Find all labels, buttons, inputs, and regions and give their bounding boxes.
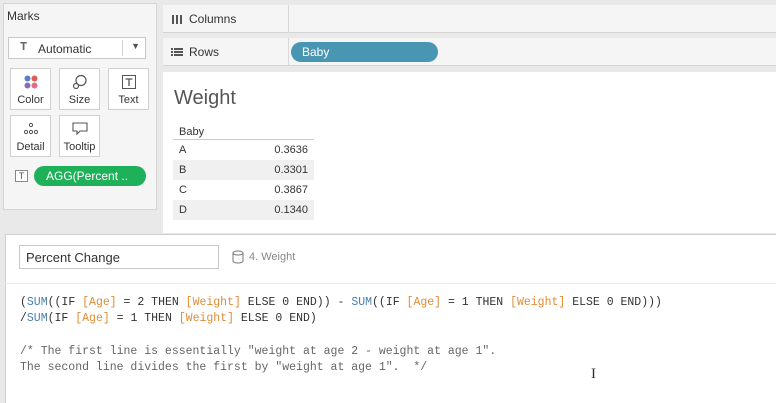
detail-dots-icon (11, 121, 50, 137)
detail-button[interactable]: Detail (10, 115, 51, 157)
function-token: SUM (26, 312, 48, 325)
color-dots-icon (11, 74, 50, 90)
worksheet-title: Weight (174, 87, 236, 109)
field-token: [Weight] (510, 296, 566, 309)
marks-title: Marks (7, 9, 40, 23)
columns-label: Columns (189, 12, 237, 26)
row-key: D (179, 204, 187, 216)
table-row[interactable]: C 0.3867 (173, 180, 314, 200)
row-value: 0.1340 (274, 204, 308, 216)
chevron-down-icon[interactable]: ▼ (131, 41, 140, 51)
detail-button-label: Detail (16, 141, 45, 153)
formula-line-2[interactable]: /SUM(IF [Age] = 1 THEN [Weight] ELSE 0 E… (20, 312, 317, 325)
size-button-label: Size (68, 94, 91, 106)
row-key: A (179, 144, 187, 156)
field-token: [Weight] (185, 296, 241, 309)
rows-shelf[interactable]: Rows (163, 38, 776, 66)
function-token: SUM (351, 296, 373, 309)
datasource-name: 4. Weight (249, 251, 296, 263)
comment-line-2[interactable]: The second line divides the first by "we… (20, 361, 427, 374)
rows-icon (171, 48, 183, 56)
mark-type-dropdown[interactable]: 𝐓 Automatic ▼ (8, 37, 146, 59)
calculation-name-input[interactable]: Percent Change (19, 245, 219, 269)
agg-field-pill[interactable]: AGG(Percent .. (34, 166, 146, 186)
row-value: 0.3301 (274, 164, 308, 176)
table-row[interactable]: D 0.1340 (173, 200, 314, 220)
rows-label: Rows (189, 45, 220, 59)
table-header: Baby (173, 122, 314, 140)
function-token: SUM (26, 296, 48, 309)
color-button-label: Color (17, 94, 44, 106)
size-button[interactable]: Size (59, 68, 100, 110)
formula-line-1[interactable]: (SUM((IF [Age] = 2 THEN [Weight] ELSE 0 … (20, 296, 662, 309)
row-value: 0.3867 (274, 184, 308, 196)
text-t-icon (109, 74, 148, 90)
text-button[interactable]: Text (108, 68, 149, 110)
row-key: B (179, 164, 187, 176)
database-icon (232, 250, 244, 264)
text-cursor-icon: I (591, 366, 596, 382)
text-button-label: Text (118, 94, 139, 106)
baby-field-pill[interactable]: Baby (291, 42, 438, 62)
shelf-divider (288, 5, 289, 33)
table-row[interactable]: B 0.3301 (173, 160, 314, 180)
field-token: [Weight] (178, 312, 234, 325)
mark-type-label: Automatic (38, 42, 92, 56)
field-token: [Age] (406, 296, 442, 309)
table-row[interactable]: A 0.3636 (173, 140, 314, 160)
text-mark-icon: 𝐓 (20, 41, 28, 53)
shelf-divider (288, 38, 289, 66)
field-token: [Age] (75, 312, 110, 325)
tooltip-bubble-icon (60, 121, 99, 137)
columns-shelf[interactable]: Columns (163, 5, 776, 33)
text-encoding-icon: T (15, 170, 28, 182)
size-shapes-icon (60, 74, 99, 90)
tooltip-button-label: Tooltip (63, 141, 96, 153)
editor-divider (5, 283, 776, 284)
row-value: 0.3636 (274, 144, 308, 156)
columns-icon (172, 15, 182, 24)
color-button[interactable]: Color (10, 68, 51, 110)
field-token: [Age] (82, 296, 117, 309)
comment-line-1[interactable]: /* The first line is essentially "weight… (20, 345, 496, 358)
tooltip-button[interactable]: Tooltip (59, 115, 100, 157)
dropdown-divider (122, 40, 123, 56)
row-key: C (179, 184, 187, 196)
data-table: Baby A 0.3636 B 0.3301 C 0.3867 D 0.1340 (173, 122, 314, 220)
